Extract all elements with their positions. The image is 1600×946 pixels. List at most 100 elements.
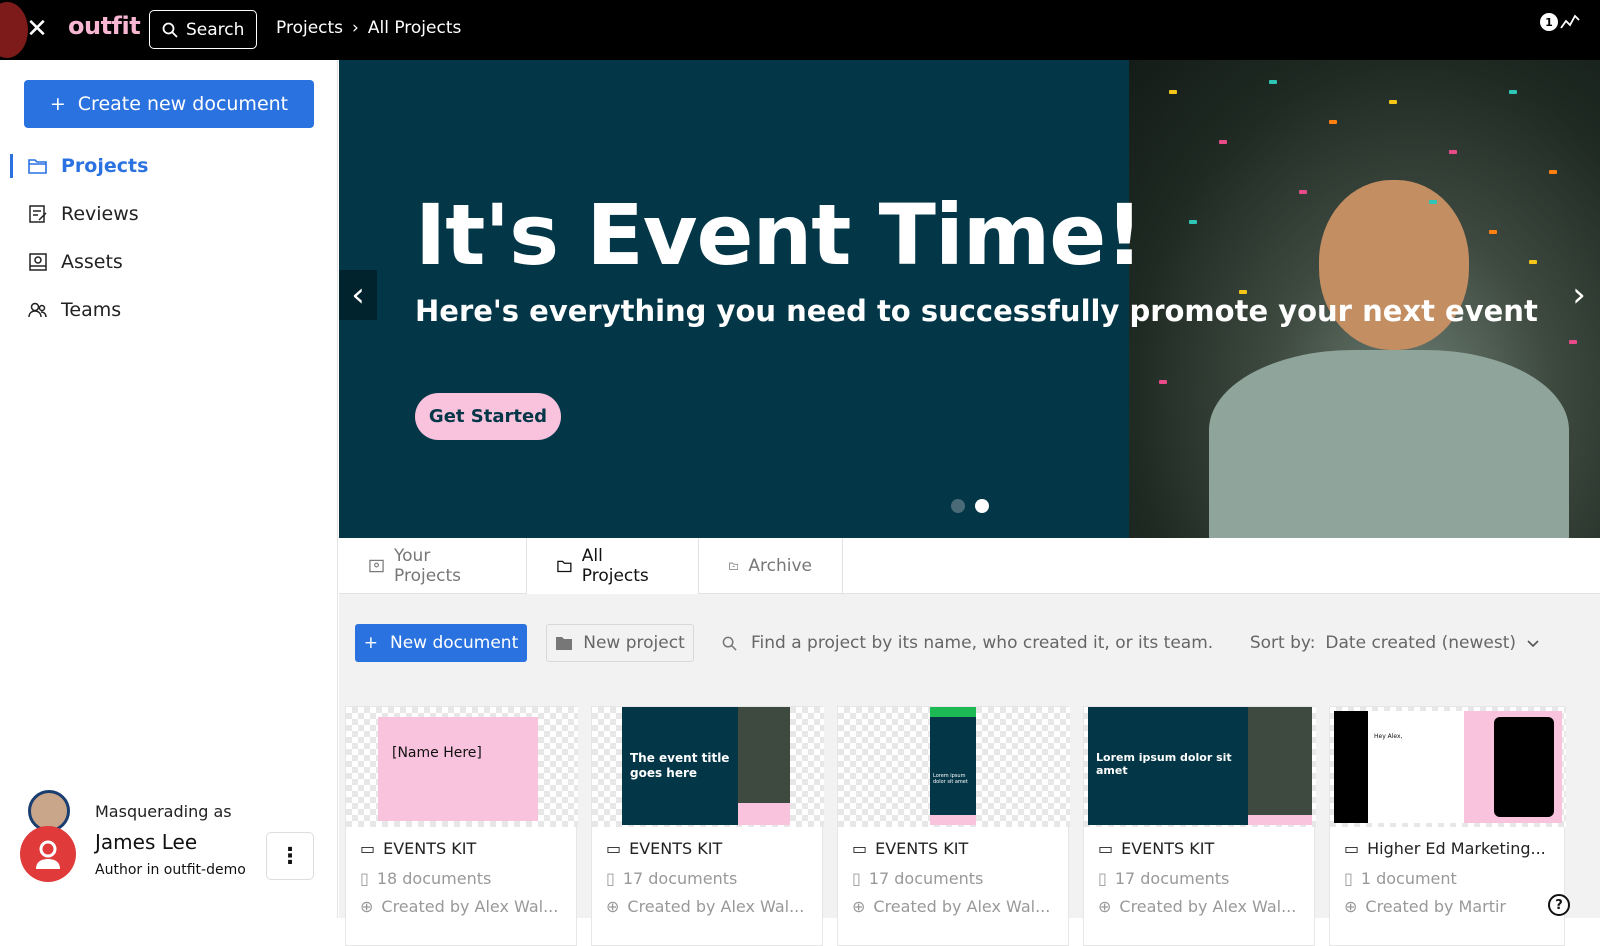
hero-title: It's Event Time! bbox=[415, 186, 1144, 284]
thumb-text: Lorem ipsum dolor sit amet bbox=[1096, 751, 1232, 777]
masquerade-label: Masquerading as bbox=[95, 802, 232, 821]
sidebar-item-label: Reviews bbox=[61, 203, 139, 225]
new-project-button[interactable]: New project bbox=[546, 624, 694, 662]
carousel-prev-button[interactable]: ‹ bbox=[339, 270, 377, 320]
top-bar: ✕ outfit Search Projects › All Projects … bbox=[0, 0, 1600, 60]
user-name: James Lee bbox=[95, 830, 198, 854]
breadcrumb: Projects › All Projects bbox=[276, 18, 461, 38]
breadcrumb-projects[interactable]: Projects bbox=[276, 18, 343, 38]
sort-dropdown[interactable]: Sort by: Date created (newest) bbox=[1250, 624, 1540, 662]
reviews-icon bbox=[29, 205, 47, 223]
user-avatar bbox=[20, 826, 76, 882]
project-card[interactable]: The event title goes here ▭ EVENTS KIT ▯ 1… bbox=[591, 706, 824, 946]
document-icon: ▯ bbox=[1098, 869, 1107, 888]
person-body-shape bbox=[1209, 350, 1569, 538]
user-menu-button[interactable]: ⋮ bbox=[266, 832, 314, 880]
card-thumbnail: Lorem ipsum dolor sit amet bbox=[1084, 707, 1316, 827]
get-started-button[interactable]: Get Started bbox=[415, 393, 561, 440]
hero-subtitle: Here's everything you need to successful… bbox=[415, 294, 1538, 328]
sidebar-nav: Projects Reviews Assets Teams bbox=[0, 142, 338, 334]
person-icon bbox=[36, 840, 60, 869]
notification-badge: 1 bbox=[1540, 13, 1558, 31]
tab-label: All Projects bbox=[581, 546, 649, 586]
plus-icon: + bbox=[363, 633, 378, 653]
thumb-text: [Name Here] bbox=[378, 717, 538, 821]
archive-icon bbox=[729, 562, 739, 570]
card-doc-count: ▯ 18 documents bbox=[360, 869, 492, 888]
teams-icon bbox=[28, 302, 47, 318]
card-creator: ⊕ Created by Alex Wal... bbox=[606, 897, 805, 916]
card-title: ▭ EVENTS KIT bbox=[852, 839, 969, 858]
project-card[interactable]: Lorem ipsum dolor sit amet ▭ EVENTS KIT ▯… bbox=[1083, 706, 1316, 946]
card-doc-count: ▯ 17 documents bbox=[606, 869, 738, 888]
user-folder-icon bbox=[369, 559, 384, 573]
activity-icon bbox=[1560, 14, 1580, 29]
carousel-next-button[interactable]: › bbox=[1564, 270, 1594, 320]
logo[interactable]: outfit bbox=[68, 12, 141, 40]
search-button[interactable]: Search bbox=[149, 10, 257, 49]
creator-icon: ⊕ bbox=[360, 897, 374, 916]
sidebar: + Create new document Projects Reviews A… bbox=[0, 60, 338, 918]
project-tabs: Your Projects All Projects Archive bbox=[339, 538, 1600, 594]
search-placeholder: Find a project by its name, who created … bbox=[751, 633, 1214, 653]
search-label: Search bbox=[186, 19, 245, 40]
sidebar-item-assets[interactable]: Assets bbox=[0, 238, 338, 286]
tab-your-projects[interactable]: Your Projects bbox=[339, 538, 527, 594]
sidebar-item-label: Assets bbox=[61, 251, 123, 273]
user-role: Author in outfit-demo bbox=[95, 862, 246, 878]
card-creator: ⊕ Created by Alex Wal... bbox=[360, 897, 559, 916]
tab-label: Archive bbox=[748, 556, 812, 576]
creator-icon: ⊕ bbox=[1098, 897, 1112, 916]
card-creator: ⊕ Created by Martir bbox=[1344, 897, 1507, 916]
folder-filled-icon bbox=[556, 637, 573, 650]
sidebar-item-projects[interactable]: Projects bbox=[0, 142, 338, 190]
create-new-document-button[interactable]: + Create new document bbox=[24, 80, 314, 128]
carousel-dot-1[interactable] bbox=[951, 499, 965, 513]
card-thumbnail: Hey Alex, bbox=[1330, 707, 1566, 827]
help-icon[interactable]: ? bbox=[1548, 894, 1570, 916]
activity-area[interactable]: 1 bbox=[1540, 12, 1580, 32]
new-project-label: New project bbox=[583, 633, 685, 653]
document-icon: ▯ bbox=[360, 869, 369, 888]
project-card[interactable]: Lorem ipsum dolor sit amet ▭ EVENTS KIT ▯… bbox=[837, 706, 1070, 946]
folder-open-icon bbox=[28, 159, 47, 174]
folder-icon: ▭ bbox=[606, 839, 622, 858]
hero-banner: It's Event Time! Here's everything you n… bbox=[339, 60, 1600, 538]
document-icon: ▯ bbox=[606, 869, 615, 888]
card-doc-count: ▯ 1 document bbox=[1344, 869, 1457, 888]
sort-value: Date created (newest) bbox=[1325, 633, 1516, 653]
sort-label: Sort by: bbox=[1249, 633, 1316, 653]
folder-icon: ▭ bbox=[360, 839, 376, 858]
project-search-input[interactable]: Find a project by its name, who created … bbox=[722, 624, 1213, 662]
breadcrumb-separator: › bbox=[352, 18, 359, 38]
carousel-dot-2[interactable] bbox=[975, 499, 989, 513]
tab-all-projects[interactable]: All Projects bbox=[527, 538, 699, 594]
more-vertical-icon: ⋮ bbox=[279, 843, 301, 869]
tab-archive[interactable]: Archive bbox=[699, 538, 843, 594]
sidebar-item-reviews[interactable]: Reviews bbox=[0, 190, 338, 238]
folder-icon: ▭ bbox=[1344, 839, 1360, 858]
sidebar-item-teams[interactable]: Teams bbox=[0, 286, 338, 334]
thumb-text: The event title goes here bbox=[630, 751, 730, 780]
document-icon: ▯ bbox=[1344, 869, 1353, 888]
close-icon[interactable]: ✕ bbox=[22, 14, 52, 44]
document-icon: ▯ bbox=[852, 869, 861, 888]
creator-icon: ⊕ bbox=[852, 897, 866, 916]
card-thumbnail: [Name Here] bbox=[346, 707, 578, 827]
card-title: ▭ EVENTS KIT bbox=[606, 839, 723, 858]
user-panel: Masquerading as James Lee Author in outf… bbox=[0, 790, 338, 918]
search-icon bbox=[722, 636, 737, 651]
carousel-dots bbox=[951, 499, 989, 513]
chevron-right-icon: › bbox=[1572, 275, 1586, 315]
chevron-left-icon: ‹ bbox=[351, 275, 365, 315]
chevron-down-icon bbox=[1527, 640, 1539, 648]
tab-label: Your Projects bbox=[394, 546, 462, 586]
new-document-button[interactable]: + New document bbox=[355, 624, 527, 662]
project-card[interactable]: Hey Alex, ▭ Higher Ed Marketing... ▯ 1 doc… bbox=[1329, 706, 1566, 946]
thumb-text: Hey Alex, bbox=[1374, 733, 1403, 740]
project-grid: [Name Here] ▭ EVENTS KIT ▯ 18 documents ⊕ C… bbox=[339, 686, 1600, 946]
project-toolbar: + New document New project Find a projec… bbox=[339, 594, 1600, 686]
card-thumbnail: Lorem ipsum dolor sit amet bbox=[838, 707, 1070, 827]
project-card[interactable]: [Name Here] ▭ EVENTS KIT ▯ 18 documents ⊕ C… bbox=[345, 706, 578, 946]
plus-icon: + bbox=[49, 93, 66, 115]
